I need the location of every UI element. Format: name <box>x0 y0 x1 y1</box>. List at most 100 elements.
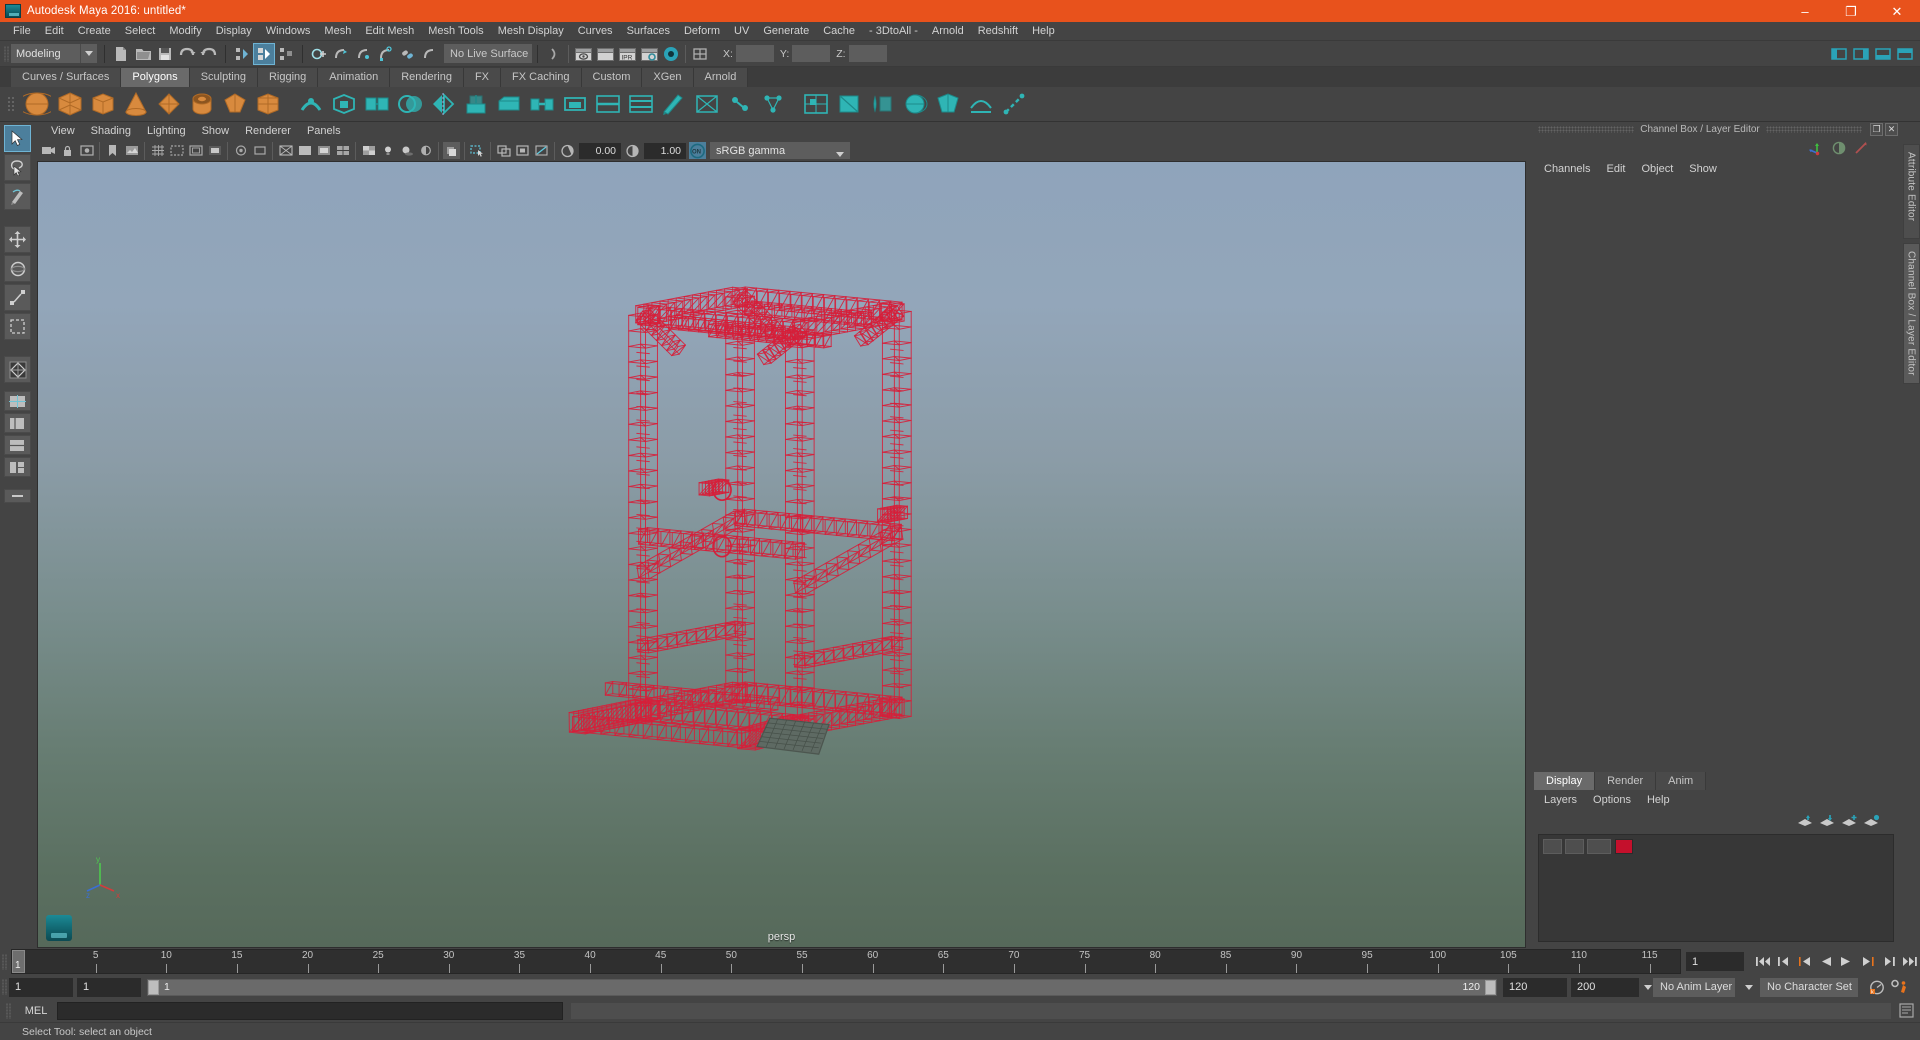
render-settings-icon[interactable] <box>639 44 659 64</box>
use-all-lights-icon[interactable] <box>379 142 396 159</box>
toggle-attribute-editor-icon[interactable] <box>1851 138 1871 158</box>
viewport-menu-panels[interactable]: Panels <box>299 122 349 140</box>
layer-row[interactable] <box>1539 838 1893 855</box>
menu-item-curves[interactable]: Curves <box>571 22 620 41</box>
render-current-frame-icon[interactable] <box>595 44 615 64</box>
channel-box-toggle-icon[interactable] <box>1851 44 1871 64</box>
film-gate-icon[interactable] <box>168 142 185 159</box>
chevron-down-icon[interactable] <box>836 148 844 160</box>
unfold-uv-icon[interactable] <box>965 89 996 120</box>
color-management-toggle-icon[interactable]: ON <box>689 142 706 159</box>
shelf-tab-fx[interactable]: FX <box>463 68 502 87</box>
shadows-toggle-icon[interactable] <box>398 142 415 159</box>
shelf-tab-curves-surfaces[interactable]: Curves / Surfaces <box>11 68 122 87</box>
close-panel-button[interactable]: ✕ <box>1885 123 1899 136</box>
menu-item-mesh-display[interactable]: Mesh Display <box>491 22 571 41</box>
viewport-menu-view[interactable]: View <box>43 122 83 140</box>
smooth-wireframe-icon[interactable] <box>533 142 550 159</box>
camera-attributes-icon[interactable] <box>78 142 95 159</box>
show-manipulator-icon[interactable] <box>1807 138 1827 158</box>
select-by-object-icon[interactable] <box>253 42 275 65</box>
append-polygon-icon[interactable] <box>559 89 590 120</box>
channel-menu-channels[interactable]: Channels <box>1536 159 1598 179</box>
undock-panel-button[interactable]: ❐ <box>1870 123 1884 136</box>
wireframe-on-shaded-icon[interactable] <box>334 142 351 159</box>
menu-item-file[interactable]: File <box>6 22 38 41</box>
command-language-label[interactable]: MEL <box>15 1005 57 1017</box>
menu-item-surfaces[interactable]: Surfaces <box>620 22 677 41</box>
panel-drag-handle-right[interactable] <box>1765 126 1863 133</box>
xray-joints-icon[interactable] <box>251 142 268 159</box>
poly-prism-icon[interactable] <box>219 89 250 120</box>
layer-menu-help[interactable]: Help <box>1639 790 1678 810</box>
menu-item-display[interactable]: Display <box>209 22 259 41</box>
menu-item-modify[interactable]: Modify <box>162 22 208 41</box>
y-coord-field[interactable] <box>792 45 831 62</box>
chevron-down-icon[interactable] <box>80 44 97 63</box>
step-back-key-icon[interactable] <box>1795 952 1814 972</box>
smooth-proxy-icon[interactable] <box>328 89 359 120</box>
hypershade-icon[interactable] <box>661 44 681 64</box>
isolate-select-icon[interactable] <box>469 142 486 159</box>
cylindrical-mapping-icon[interactable] <box>866 89 897 120</box>
exposure-field[interactable]: 0.00 <box>579 142 621 159</box>
smooth-shade-all-icon[interactable] <box>296 142 313 159</box>
shelf-tab-fx-caching[interactable]: FX Caching <box>501 68 582 87</box>
panel-zoom-icon[interactable] <box>495 142 512 159</box>
image-plane-icon[interactable] <box>123 142 140 159</box>
target-weld-icon[interactable] <box>724 89 755 120</box>
scale-tool[interactable] <box>4 284 31 311</box>
quad-draw-icon[interactable] <box>691 89 722 120</box>
layer-playback-toggle[interactable] <box>1565 839 1584 854</box>
anim-layer-selector[interactable]: No Anim Layer <box>1653 977 1735 997</box>
extrude-icon[interactable] <box>460 89 491 120</box>
new-layer-from-selected-icon[interactable] <box>1861 811 1881 831</box>
menu-item-redshift[interactable]: Redshift <box>971 22 1025 41</box>
layer-shading-toggle[interactable] <box>1587 839 1611 854</box>
side-tab-channel-box-layer-editor[interactable]: Channel Box / Layer Editor <box>1902 243 1920 384</box>
shelf-tab-arnold[interactable]: Arnold <box>693 68 749 87</box>
3d-viewport[interactable]: y z x persp <box>37 161 1526 948</box>
booleans-icon[interactable] <box>394 89 425 120</box>
menu-item-uv[interactable]: UV <box>727 22 756 41</box>
screen-space-ao-icon[interactable] <box>417 142 434 159</box>
new-layer-icon[interactable] <box>1839 811 1859 831</box>
poly-cone-icon[interactable] <box>120 89 151 120</box>
lasso-select-tool[interactable] <box>4 154 31 181</box>
range-start-handle[interactable] <box>148 979 159 995</box>
gamma-field[interactable]: 1.00 <box>644 142 686 159</box>
menu-item-windows[interactable]: Windows <box>259 22 318 41</box>
display-layer-list[interactable] <box>1538 834 1894 942</box>
bookmark-icon[interactable] <box>104 142 121 159</box>
viewport-menu-show[interactable]: Show <box>194 122 238 140</box>
channel-box-content[interactable] <box>1534 179 1896 771</box>
shelf-tab-xgen[interactable]: XGen <box>642 68 694 87</box>
viewport-menu-renderer[interactable]: Renderer <box>237 122 299 140</box>
step-forward-key-icon[interactable] <box>1858 952 1877 972</box>
layer-visibility-toggle[interactable] <box>1543 839 1562 854</box>
shelf-gripper[interactable] <box>2 94 20 114</box>
shelf-tab-sculpting[interactable]: Sculpting <box>189 68 258 87</box>
four-view-layout[interactable] <box>4 391 31 411</box>
toggle-channel-box-icon[interactable] <box>1829 138 1849 158</box>
poly-torus-icon[interactable] <box>153 89 184 120</box>
poly-cube-icon[interactable] <box>54 89 85 120</box>
menu-item-create[interactable]: Create <box>71 22 118 41</box>
move-layer-down-icon[interactable] <box>1817 811 1837 831</box>
sculpt-smooth-icon[interactable] <box>295 89 326 120</box>
close-button[interactable]: ✕ <box>1874 0 1920 22</box>
z-coord-field[interactable] <box>848 45 887 62</box>
layer-color-swatch[interactable] <box>1615 839 1633 854</box>
poly-cylinder-icon[interactable] <box>87 89 118 120</box>
step-forward-frame-icon[interactable] <box>1879 952 1898 972</box>
character-set-selector[interactable]: No Character Set <box>1760 977 1858 997</box>
gate-mask-icon[interactable] <box>206 142 223 159</box>
poly-pipe-icon[interactable] <box>186 89 217 120</box>
motion-blur-icon[interactable] <box>443 142 460 159</box>
make-live-toggle-icon[interactable] <box>544 44 564 64</box>
shelf-tab-rigging[interactable]: Rigging <box>257 68 319 87</box>
range-start-time-field[interactable]: 1 <box>77 977 141 997</box>
power-rack-wireframe-model[interactable] <box>38 162 1525 947</box>
minimize-button[interactable]: – <box>1782 0 1828 22</box>
play-backwards-icon[interactable] <box>1816 952 1835 972</box>
